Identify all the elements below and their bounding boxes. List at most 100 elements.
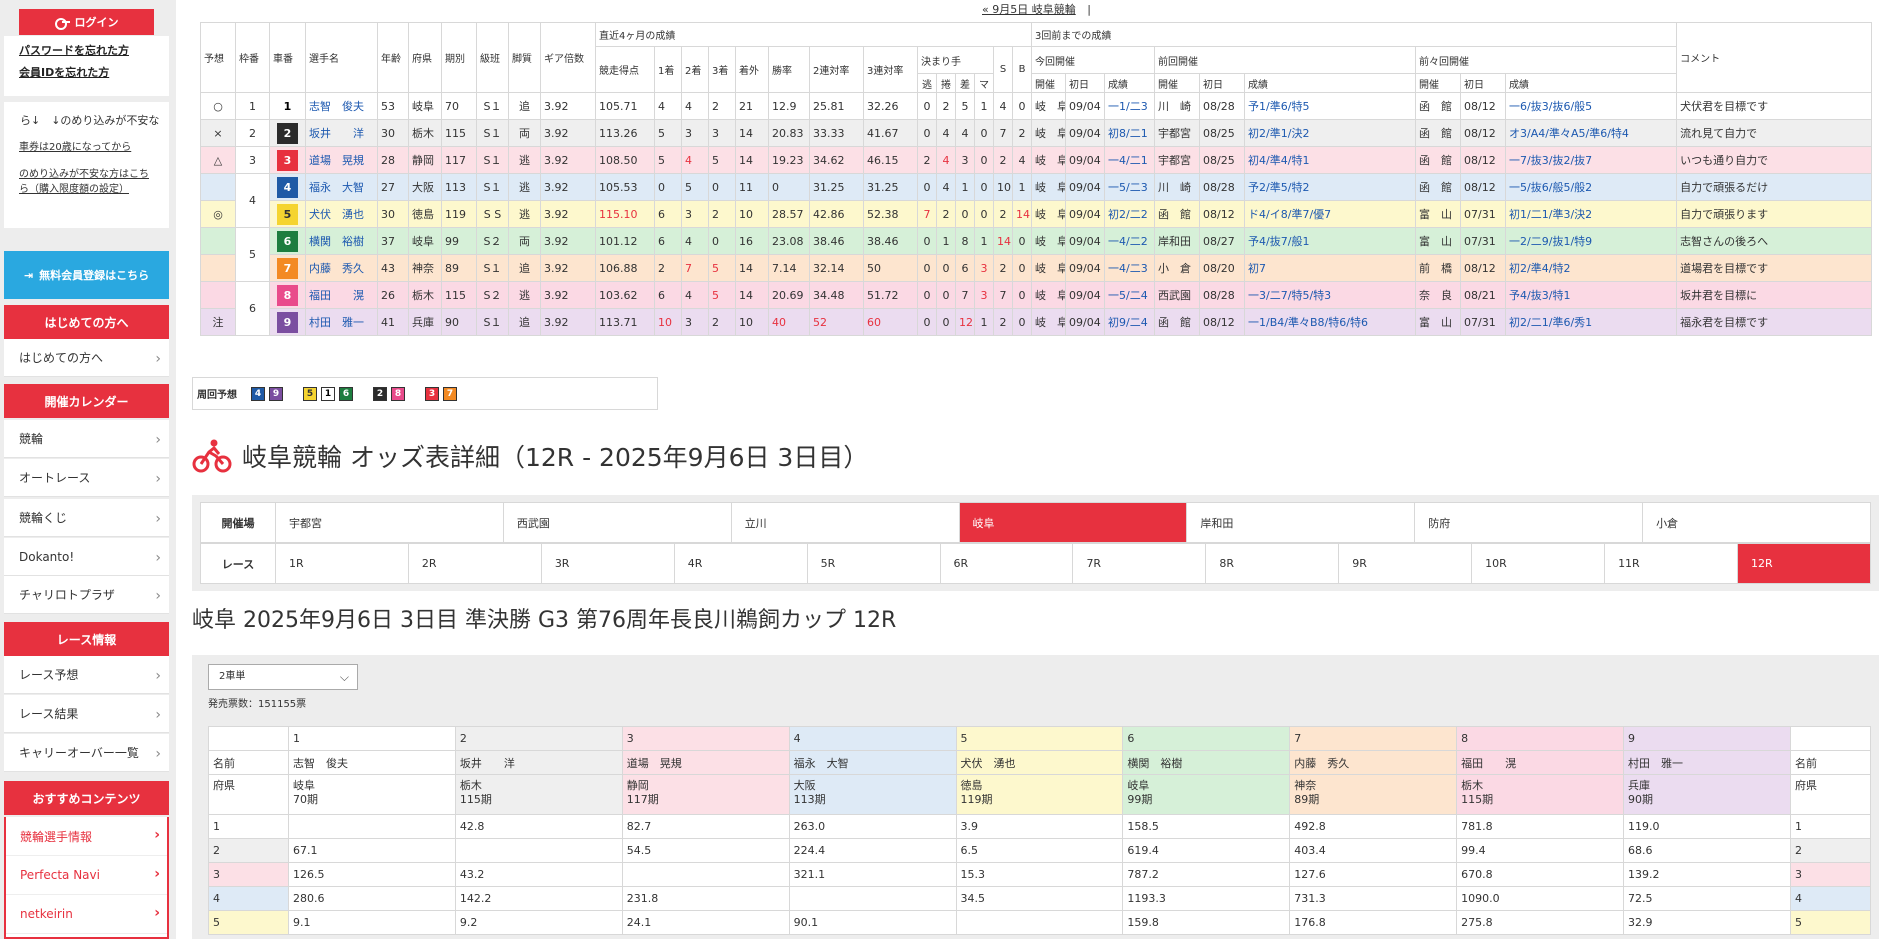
odds-value[interactable]: 127.6	[1289, 862, 1458, 887]
rider-name-link[interactable]: 福永 大智	[305, 173, 378, 201]
entry-qr[interactable]: オ3/A4/準々A5/準6/特4	[1505, 119, 1678, 147]
rider-name-link[interactable]: 内藤 秀久	[305, 254, 378, 282]
entry-pr[interactable]: 一3/二7/特5/特3	[1244, 281, 1417, 309]
odds-value[interactable]: 24.1	[621, 910, 790, 935]
odds-value[interactable]: 42.8	[454, 814, 623, 839]
odds-value[interactable]: 176.8	[1289, 910, 1458, 935]
odds-value[interactable]: 159.8	[1122, 910, 1291, 935]
odds-value[interactable]: 231.8	[621, 886, 790, 911]
sidebar-item-race-info[interactable]: レース結果 ›	[4, 695, 169, 733]
odds-value[interactable]: 54.5	[621, 838, 790, 863]
prev-day-link[interactable]: « 9月5日 岐阜競輪	[982, 3, 1076, 16]
odds-value[interactable]: 224.4	[788, 838, 957, 863]
entry-qr[interactable]: 初2/準4/特2	[1505, 254, 1678, 282]
race-tab[interactable]: 2R	[407, 543, 542, 584]
race-tab[interactable]: 10R	[1471, 543, 1606, 584]
sidebar-item-race-info[interactable]: キャリーオーバー一覧 ›	[4, 734, 169, 772]
odds-value[interactable]: 275.8	[1456, 910, 1624, 935]
entry-qr[interactable]: 一5/抜6/般5/般2	[1505, 173, 1678, 201]
odds-value[interactable]: 403.4	[1289, 838, 1458, 863]
entry-qr[interactable]: 一7/抜3/抜2/抜7	[1505, 146, 1678, 174]
entry-cr[interactable]: 一4/二1	[1104, 146, 1156, 174]
entry-qr[interactable]: 予4/抜3/特1	[1505, 281, 1678, 309]
odds-value[interactable]: 32.9	[1623, 910, 1791, 935]
login-button[interactable]: ログイン	[19, 9, 154, 35]
sidebar-item-calendar[interactable]: 競輪 ›	[4, 420, 169, 458]
entry-pr[interactable]: 初7	[1244, 254, 1417, 282]
race-tab[interactable]: 12R	[1736, 543, 1872, 584]
odds-value[interactable]: 781.8	[1456, 814, 1624, 839]
odds-value[interactable]: 67.1	[288, 838, 456, 863]
odds-value[interactable]: 126.5	[288, 862, 456, 887]
odds-value[interactable]: 9.1	[288, 910, 456, 935]
entry-pr[interactable]: 初4/準4/特1	[1244, 146, 1417, 174]
sidebar-item-calendar[interactable]: 競輪くじ ›	[4, 499, 169, 537]
odds-value[interactable]: 158.5	[1122, 814, 1291, 839]
sidebar-item-calendar[interactable]: オートレース ›	[4, 459, 169, 497]
odds-value[interactable]: 670.8	[1456, 862, 1624, 887]
rider-name-link[interactable]: 犬伏 湧也	[305, 200, 378, 228]
odds-value[interactable]: 99.4	[1456, 838, 1624, 863]
entry-pr[interactable]: 初2/準1/決2	[1244, 119, 1417, 147]
rider-name-link[interactable]: 道場 晃規	[305, 146, 378, 174]
forgot-member-id-link[interactable]: 会員IDを忘れた方	[4, 62, 169, 84]
entry-pr[interactable]: 予4/抜7/般1	[1244, 227, 1417, 255]
odds-value[interactable]: 34.5	[955, 886, 1124, 911]
venue-tab[interactable]: 岐阜	[958, 502, 1188, 543]
register-button[interactable]: ⇥ 無料会員登録はこちら	[4, 251, 169, 299]
entry-qr[interactable]: 一2/二9/抜1/特9	[1505, 227, 1678, 255]
entry-cr[interactable]: 一5/二4	[1104, 281, 1156, 309]
race-tab[interactable]: 5R	[806, 543, 941, 584]
sidebar-item-race-info[interactable]: レース予想 ›	[4, 656, 169, 694]
odds-value[interactable]: 119.0	[1623, 814, 1791, 839]
entry-pr[interactable]: 予1/準6/特5	[1244, 92, 1417, 120]
odds-value[interactable]: 68.6	[1623, 838, 1791, 863]
race-tab[interactable]: 6R	[939, 543, 1074, 584]
odds-value[interactable]: 9.2	[454, 910, 623, 935]
rider-name-link[interactable]: 志智 俊夫	[305, 92, 378, 120]
odds-value[interactable]: 619.4	[1122, 838, 1291, 863]
addiction-notice-link[interactable]: のめり込みが不安な方はこちら（購入限度額の設定）	[4, 167, 169, 197]
race-tab[interactable]: 7R	[1072, 543, 1207, 584]
entry-cr[interactable]: 一1/二3	[1104, 92, 1156, 120]
entry-cr[interactable]: 一4/二2	[1104, 227, 1156, 255]
entry-cr[interactable]: 初8/二1	[1104, 119, 1156, 147]
sidebar-item-recommend[interactable]: 競輪選手情報 ›	[6, 817, 167, 856]
odds-value[interactable]: 82.7	[621, 814, 790, 839]
rider-name-link[interactable]: 村田 雅一	[305, 308, 378, 336]
odds-value[interactable]: 139.2	[1623, 862, 1791, 887]
odds-value[interactable]: 1090.0	[1456, 886, 1624, 911]
odds-value[interactable]: 90.1	[788, 910, 957, 935]
odds-value[interactable]: 731.3	[1289, 886, 1458, 911]
entry-pr[interactable]: 一1/B4/準々B8/特6/特6	[1244, 308, 1417, 336]
odds-value[interactable]: 6.5	[955, 838, 1124, 863]
age-notice-link[interactable]: 車券は20歳になってから	[4, 140, 169, 155]
odds-value[interactable]: 787.2	[1122, 862, 1291, 887]
race-tab[interactable]: 3R	[540, 543, 675, 584]
odds-value[interactable]: 280.6	[288, 886, 456, 911]
sidebar-item-recommend[interactable]: netkeirin ›	[6, 895, 167, 934]
odds-value[interactable]: 492.8	[1289, 814, 1458, 839]
odds-value[interactable]: 15.3	[955, 862, 1124, 887]
odds-value[interactable]: 72.5	[1623, 886, 1791, 911]
rider-name-link[interactable]: 坂井 洋	[305, 119, 378, 147]
venue-tab[interactable]: 防府	[1414, 502, 1644, 543]
bet-type-select[interactable]: 2車単 ⌵	[208, 664, 358, 690]
sidebar-item-calendar[interactable]: Dokanto! ›	[4, 538, 169, 576]
odds-value[interactable]: 43.2	[454, 862, 623, 887]
venue-tab[interactable]: 小倉	[1642, 502, 1871, 543]
entry-cr[interactable]: 一4/二3	[1104, 254, 1156, 282]
odds-value[interactable]: 263.0	[788, 814, 957, 839]
race-tab[interactable]: 11R	[1604, 543, 1738, 584]
race-tab[interactable]: 8R	[1205, 543, 1340, 584]
rider-name-link[interactable]: 横関 裕樹	[305, 227, 378, 255]
sidebar-item-recommend[interactable]: Perfecta Navi ›	[6, 856, 167, 895]
venue-tab[interactable]: 立川	[730, 502, 960, 543]
sidebar-item-calendar[interactable]: チャリロトプラザ ›	[4, 576, 169, 614]
entry-qr[interactable]: 初1/二1/準3/決2	[1505, 200, 1678, 228]
entry-cr[interactable]: 一5/二3	[1104, 173, 1156, 201]
odds-value[interactable]: 321.1	[788, 862, 957, 887]
entry-qr[interactable]: 一6/抜3/抜6/般5	[1505, 92, 1678, 120]
sidebar-item-first-time[interactable]: はじめての方へ ›	[4, 339, 169, 377]
entry-qr[interactable]: 初2/二1/準6/秀1	[1505, 308, 1678, 336]
